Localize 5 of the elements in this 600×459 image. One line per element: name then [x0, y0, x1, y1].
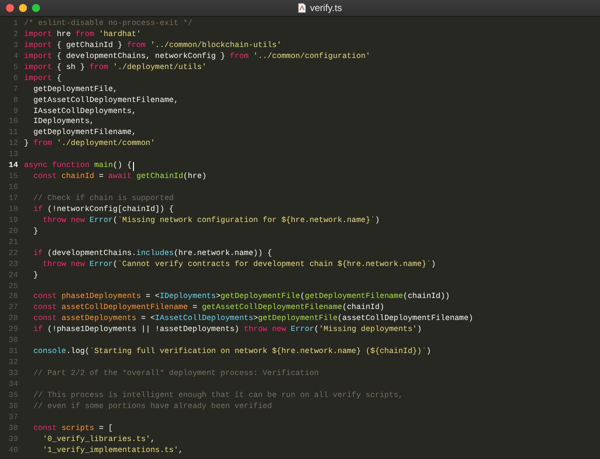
window-title: verify.ts [310, 2, 342, 14]
close-icon[interactable] [6, 4, 14, 12]
zoom-icon[interactable] [32, 4, 40, 12]
document-icon [298, 3, 306, 13]
minimize-icon[interactable] [19, 4, 27, 12]
